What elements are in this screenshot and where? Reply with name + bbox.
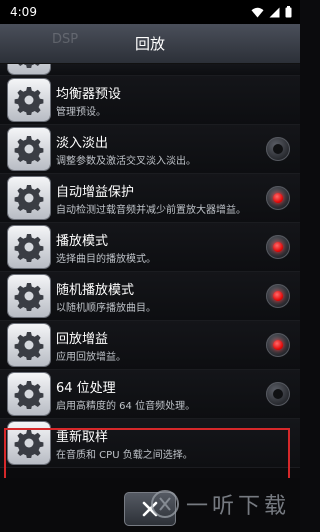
list-item-subtitle: 应用回放增益。 bbox=[56, 352, 126, 363]
gear-icon bbox=[8, 324, 50, 366]
list-item-title: 自动增益保护 bbox=[56, 185, 135, 200]
wifi-icon bbox=[251, 7, 264, 17]
signal-icon bbox=[269, 7, 280, 17]
replay-gain-radio[interactable] bbox=[266, 333, 290, 357]
list-item-resampling[interactable]: 重新取样 在音质和 CPU 负载之间选择。 bbox=[0, 419, 300, 468]
list-item-subtitle: 在音质和 CPU 负载之间选择。 bbox=[56, 450, 193, 461]
list-item-title: 回放增益 bbox=[56, 332, 109, 347]
shuffle-mode-radio[interactable] bbox=[266, 284, 290, 308]
list-item-title: 均衡器预设 bbox=[56, 87, 122, 102]
64bit-radio[interactable] bbox=[266, 382, 290, 406]
settings-list[interactable]: 均衡器预设 管理预设。 淡入淡出 调整参数及激活交叉淡入淡出。 自动增益保护 自… bbox=[0, 64, 300, 478]
list-item-subtitle: 调整参数及激活交叉淡入淡出。 bbox=[56, 156, 196, 167]
list-item-title: 随机播放模式 bbox=[56, 283, 135, 298]
close-icon bbox=[142, 501, 158, 517]
page-title: 回放 bbox=[134, 35, 165, 53]
list-item-eq-presets[interactable]: 均衡器预设 管理预设。 bbox=[0, 76, 300, 125]
gear-icon bbox=[8, 79, 50, 121]
gear-icon bbox=[8, 177, 50, 219]
list-item-subtitle: 以随机顺序播放曲目。 bbox=[56, 303, 156, 314]
status-icons bbox=[251, 6, 292, 18]
gear-icon bbox=[8, 226, 50, 268]
list-item-title: 重新取样 bbox=[56, 430, 109, 445]
list-item-auto-gain[interactable]: 自动增益保护 自动检测过载音频并减少前置放大器增益。 bbox=[0, 174, 300, 223]
list-item-shuffle-mode[interactable]: 随机播放模式 以随机顺序播放曲目。 bbox=[0, 272, 300, 321]
gear-icon bbox=[8, 422, 50, 464]
list-item-subtitle: 自动检测过载音频并减少前置放大器增益。 bbox=[56, 205, 246, 216]
crossfade-radio[interactable] bbox=[266, 137, 290, 161]
list-item-subtitle: 启用高精度的 64 位音频处理。 bbox=[56, 401, 196, 412]
list-item-title: 淡入淡出 bbox=[56, 136, 109, 151]
status-time: 4:09 bbox=[10, 5, 37, 19]
list-item-64bit[interactable]: 64 位处理 启用高精度的 64 位音频处理。 bbox=[0, 370, 300, 419]
list-item-partial[interactable] bbox=[0, 64, 300, 76]
list-item-crossfade[interactable]: 淡入淡出 调整参数及激活交叉淡入淡出。 bbox=[0, 125, 300, 174]
title-bar: DSP 回放 bbox=[0, 24, 300, 64]
list-item-subtitle: 管理预设。 bbox=[56, 107, 106, 118]
list-item-title: 64 位处理 bbox=[56, 381, 116, 396]
gear-icon bbox=[8, 64, 50, 74]
battery-icon bbox=[285, 6, 292, 18]
list-item-subtitle: 选择曲目的播放模式。 bbox=[56, 254, 156, 265]
list-item-play-mode[interactable]: 播放模式 选择曲目的播放模式。 bbox=[0, 223, 300, 272]
list-item-title: 播放模式 bbox=[56, 234, 109, 249]
status-bar: 4:09 bbox=[0, 0, 300, 24]
faded-header-text: DSP bbox=[52, 32, 79, 47]
close-button[interactable] bbox=[124, 492, 176, 526]
gear-icon bbox=[8, 275, 50, 317]
play-mode-radio[interactable] bbox=[266, 235, 290, 259]
list-item-replay-gain[interactable]: 回放增益 应用回放增益。 bbox=[0, 321, 300, 370]
auto-gain-radio[interactable] bbox=[266, 186, 290, 210]
gear-icon bbox=[8, 373, 50, 415]
gear-icon bbox=[8, 128, 50, 170]
